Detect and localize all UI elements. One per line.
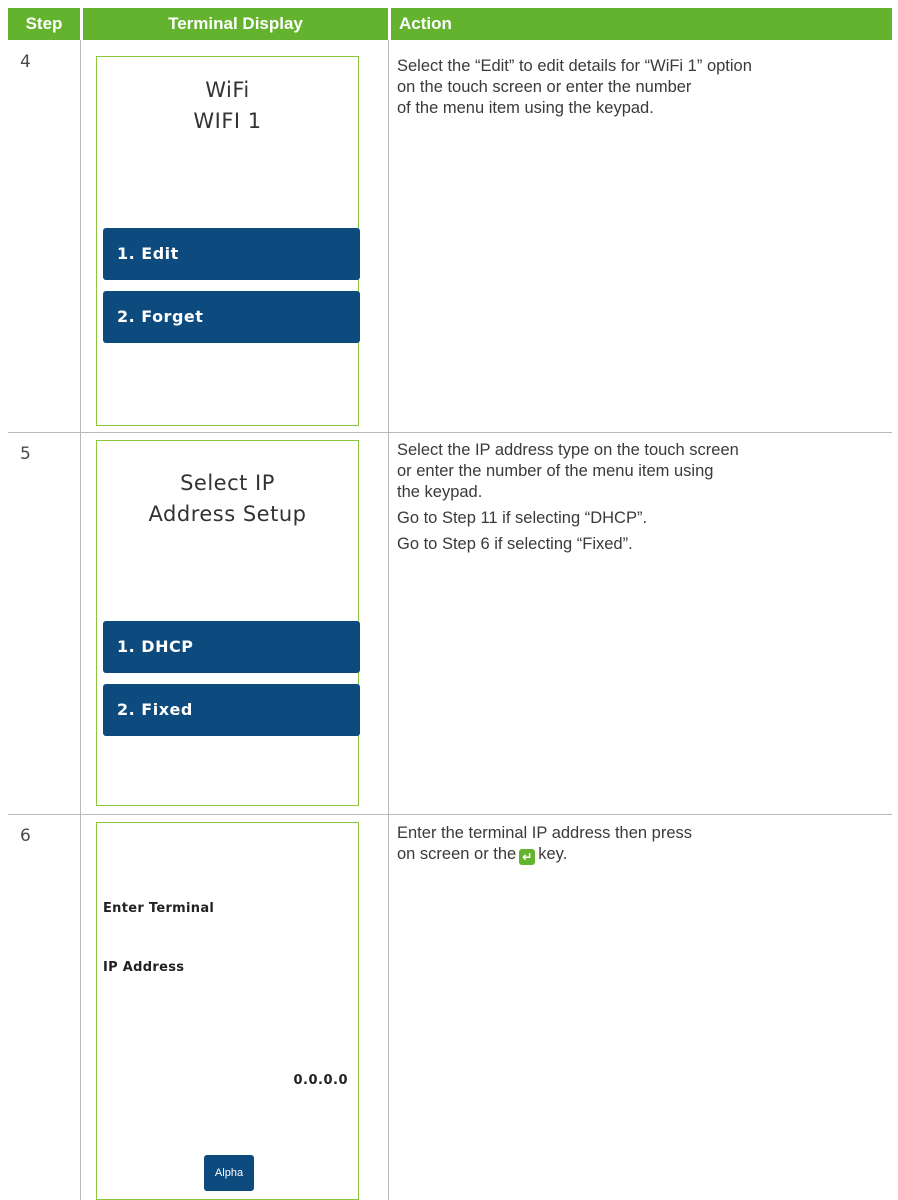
- dhcp-button[interactable]: 1. DHCP: [103, 621, 360, 673]
- screen-title: Select IP: [180, 471, 275, 495]
- action-line: the keypad.: [397, 483, 483, 501]
- forget-button[interactable]: 2. Forget: [103, 291, 360, 343]
- header-step: Step: [8, 8, 80, 40]
- action-line: Go to Step 6 if selecting “Fixed”.: [397, 535, 633, 553]
- screen-title: WiFi: [205, 78, 250, 102]
- terminal-screen: Select IP Address Setup 1. DHCP 2. Fixed: [96, 440, 360, 806]
- action-instructions: Select the “Edit” to edit details for “W…: [397, 56, 887, 119]
- screen-subtitle: Address Setup: [148, 502, 307, 526]
- ip-address-value[interactable]: 0.0.0.0: [294, 1073, 349, 1088]
- column-divider: [80, 40, 81, 1200]
- fixed-button[interactable]: 2. Fixed: [103, 684, 360, 736]
- action-line: Select the “Edit” to edit details for “W…: [397, 57, 752, 75]
- screen-label: Enter Terminal: [103, 901, 215, 916]
- row-divider: [8, 814, 892, 815]
- screen-label: IP Address: [103, 960, 185, 975]
- row-divider: [8, 432, 892, 433]
- column-divider: [388, 40, 389, 1200]
- action-line: Select the IP address type on the touch …: [397, 441, 739, 459]
- action-line: of the menu item using the keypad.: [397, 99, 654, 117]
- step-number: 5: [20, 444, 31, 464]
- screen-subtitle: WIFI 1: [193, 109, 262, 133]
- header-terminal-display: Terminal Display: [83, 8, 388, 40]
- action-instructions: Select the IP address type on the touch …: [397, 440, 887, 560]
- edit-button[interactable]: 1. Edit: [103, 228, 360, 280]
- action-line: on screen or the: [397, 845, 517, 863]
- action-line: Enter the terminal IP address then press: [397, 824, 693, 842]
- terminal-screen: Enter Terminal IP Address 0.0.0.0 Alpha: [96, 822, 359, 1200]
- action-line: on the touch screen or enter the number: [397, 78, 692, 96]
- action-line: Go to Step 11 if selecting “DHCP”.: [397, 509, 648, 527]
- alpha-button[interactable]: Alpha: [204, 1155, 254, 1191]
- terminal-screen: WiFi WIFI 1 1. Edit 2. Forget: [96, 56, 360, 426]
- step-number: 4: [20, 52, 31, 72]
- enter-key-icon: ↵: [519, 849, 536, 865]
- step-number: 6: [20, 826, 31, 846]
- action-instructions: Enter the terminal IP address then press…: [397, 823, 887, 865]
- header-action: Action: [391, 8, 892, 40]
- action-line: key.: [538, 845, 568, 863]
- action-line: or enter the number of the menu item usi…: [397, 462, 714, 480]
